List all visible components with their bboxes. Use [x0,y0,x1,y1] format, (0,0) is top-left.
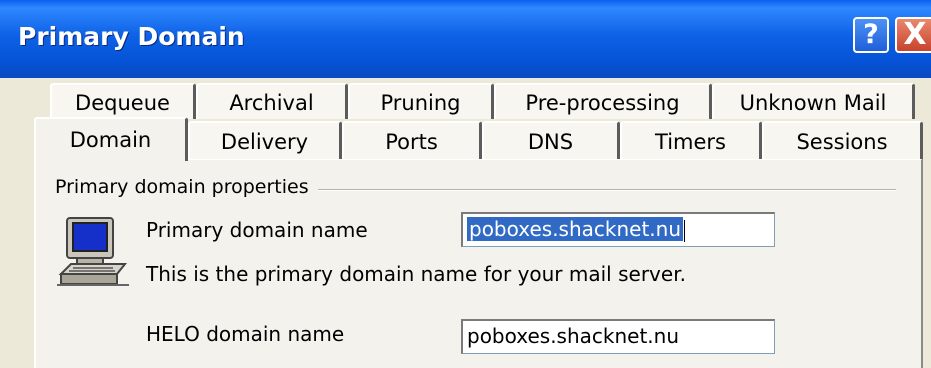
tab-sessions[interactable]: Sessions [762,121,923,159]
tab-timers[interactable]: Timers [620,121,762,159]
tab-label: Pruning [380,91,461,115]
tab-delivery[interactable]: Delivery [188,121,342,159]
tab-dequeue[interactable]: Dequeue [50,83,196,119]
close-icon: X [903,17,927,52]
tab-label: Archival [229,91,314,115]
tab-label: Delivery [220,130,309,154]
tab-label: Dequeue [75,91,170,115]
help-icon: ? [863,19,879,50]
primary-domain-label: Primary domain name [146,218,368,242]
tab-label: Ports [385,130,438,154]
tab-label: Pre-processing [525,91,680,115]
tab-ports[interactable]: Ports [342,121,482,159]
tab-pruning[interactable]: Pruning [348,83,494,119]
group-label: Primary domain properties [55,176,309,198]
tab-pre-processing[interactable]: Pre-processing [494,83,712,119]
primary-domain-input[interactable]: poboxes.shacknet.nu [461,212,775,247]
window-title: Primary Domain [18,22,245,51]
group-divider [318,189,896,191]
tab-dns[interactable]: DNS [482,121,620,159]
tab-domain[interactable]: Domain [34,117,188,161]
helo-domain-input[interactable]: poboxes.shacknet.nu [461,319,775,354]
tab-archival[interactable]: Archival [196,83,348,119]
help-button[interactable]: ? [853,17,889,53]
tab-label: Sessions [796,130,888,154]
primary-domain-value: poboxes.shacknet.nu [467,217,684,241]
close-button[interactable]: X [895,17,931,53]
tab-label: Unknown Mail [739,91,887,115]
tab-unknown-mail[interactable]: Unknown Mail [712,83,915,119]
primary-domain-help: This is the primary domain name for your… [146,262,686,286]
helo-domain-value: poboxes.shacknet.nu [467,324,680,348]
tab-label: Timers [655,130,726,154]
tab-label: Domain [69,128,152,152]
computer-icon [57,217,129,286]
helo-domain-label: HELO domain name [146,322,345,346]
title-bar[interactable]: Primary Domain ? X [0,0,931,78]
tab-label: DNS [527,130,574,154]
text-caret [684,219,686,242]
